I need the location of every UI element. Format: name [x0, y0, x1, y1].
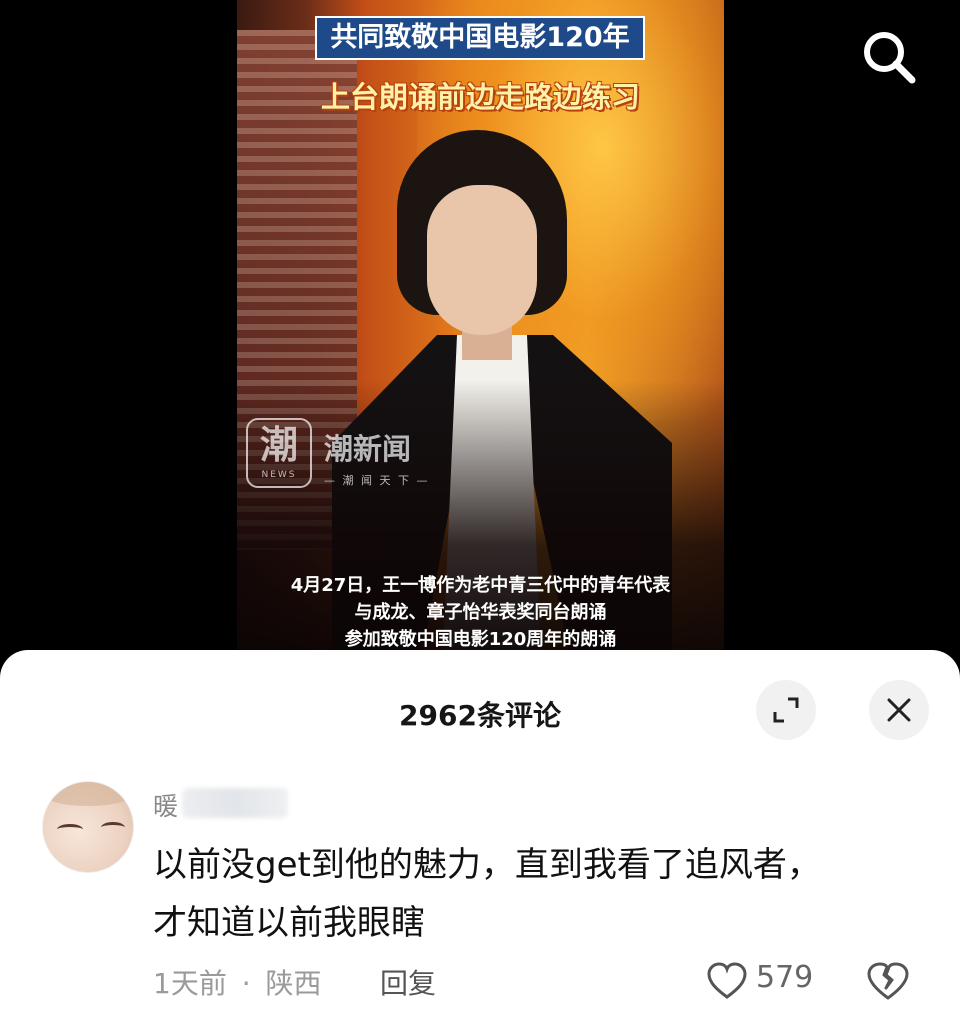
comments-sheet: 2962条评论 暖 以前没get到他的魅力，直到我看了追风者， 才知道以前我眼瞎…	[0, 650, 960, 1014]
comment-time: 1天前	[153, 967, 227, 1000]
close-button[interactable]	[869, 680, 929, 740]
face	[427, 185, 537, 335]
comment-text: 以前没get到他的魅力，直到我看了追风者， 才知道以前我眼瞎	[153, 836, 893, 952]
expand-icon	[773, 697, 799, 723]
comment-location: 陕西	[265, 967, 322, 1000]
meta-separator: ·	[241, 967, 251, 1000]
watermark-slogan: — 潮 闻 天 下 —	[324, 474, 430, 487]
watermark-logo: 潮 NEWS 潮新闻 — 潮 闻 天 下 —	[246, 418, 436, 494]
username-redaction	[182, 788, 288, 818]
comments-count-title: 2962条评论	[399, 699, 561, 732]
caption-line: 4月27日，王一博作为老中青三代中的青年代表	[290, 575, 671, 596]
avatar[interactable]	[42, 781, 134, 873]
watermark-news-text: NEWS	[261, 470, 297, 480]
avatar-hair	[43, 782, 133, 806]
avatar-eye	[57, 824, 83, 835]
comment-meta: 1天前 · 陕西	[153, 962, 322, 1002]
caption-line: 参加致敬中国电影120周年的朗诵	[344, 629, 617, 650]
reply-button[interactable]: 回复	[380, 962, 436, 1002]
comment-line: 才知道以前我眼瞎	[153, 903, 425, 943]
heart-icon	[707, 962, 747, 999]
dislike-button[interactable]	[866, 961, 910, 1005]
close-icon	[887, 698, 911, 722]
broken-heart-icon	[867, 962, 909, 1000]
video-captions: 4月27日，王一博作为老中青三代中的青年代表 与成龙、章子怡华表奖同台朗诵 参加…	[237, 572, 724, 653]
comment-line: 以前没get到他的魅力，直到我看了追风者，	[153, 845, 821, 885]
search-icon	[864, 32, 916, 84]
expand-button[interactable]	[756, 680, 816, 740]
comment-username[interactable]: 暖	[153, 787, 178, 823]
video-headline: 上台朗诵前边走路边练习	[320, 80, 640, 114]
video-title-tag: 共同致敬中国电影120年	[315, 16, 645, 60]
caption-line: 与成龙、章子怡华表奖同台朗诵	[354, 602, 607, 623]
avatar-eye	[101, 822, 125, 833]
like-count: 579	[756, 960, 814, 995]
search-button[interactable]	[856, 24, 922, 90]
video-player[interactable]: 共同致敬中国电影120年 上台朗诵前边走路边练习 潮 NEWS 潮新闻 — 潮 …	[0, 0, 960, 680]
watermark-name: 潮新闻	[324, 432, 412, 466]
